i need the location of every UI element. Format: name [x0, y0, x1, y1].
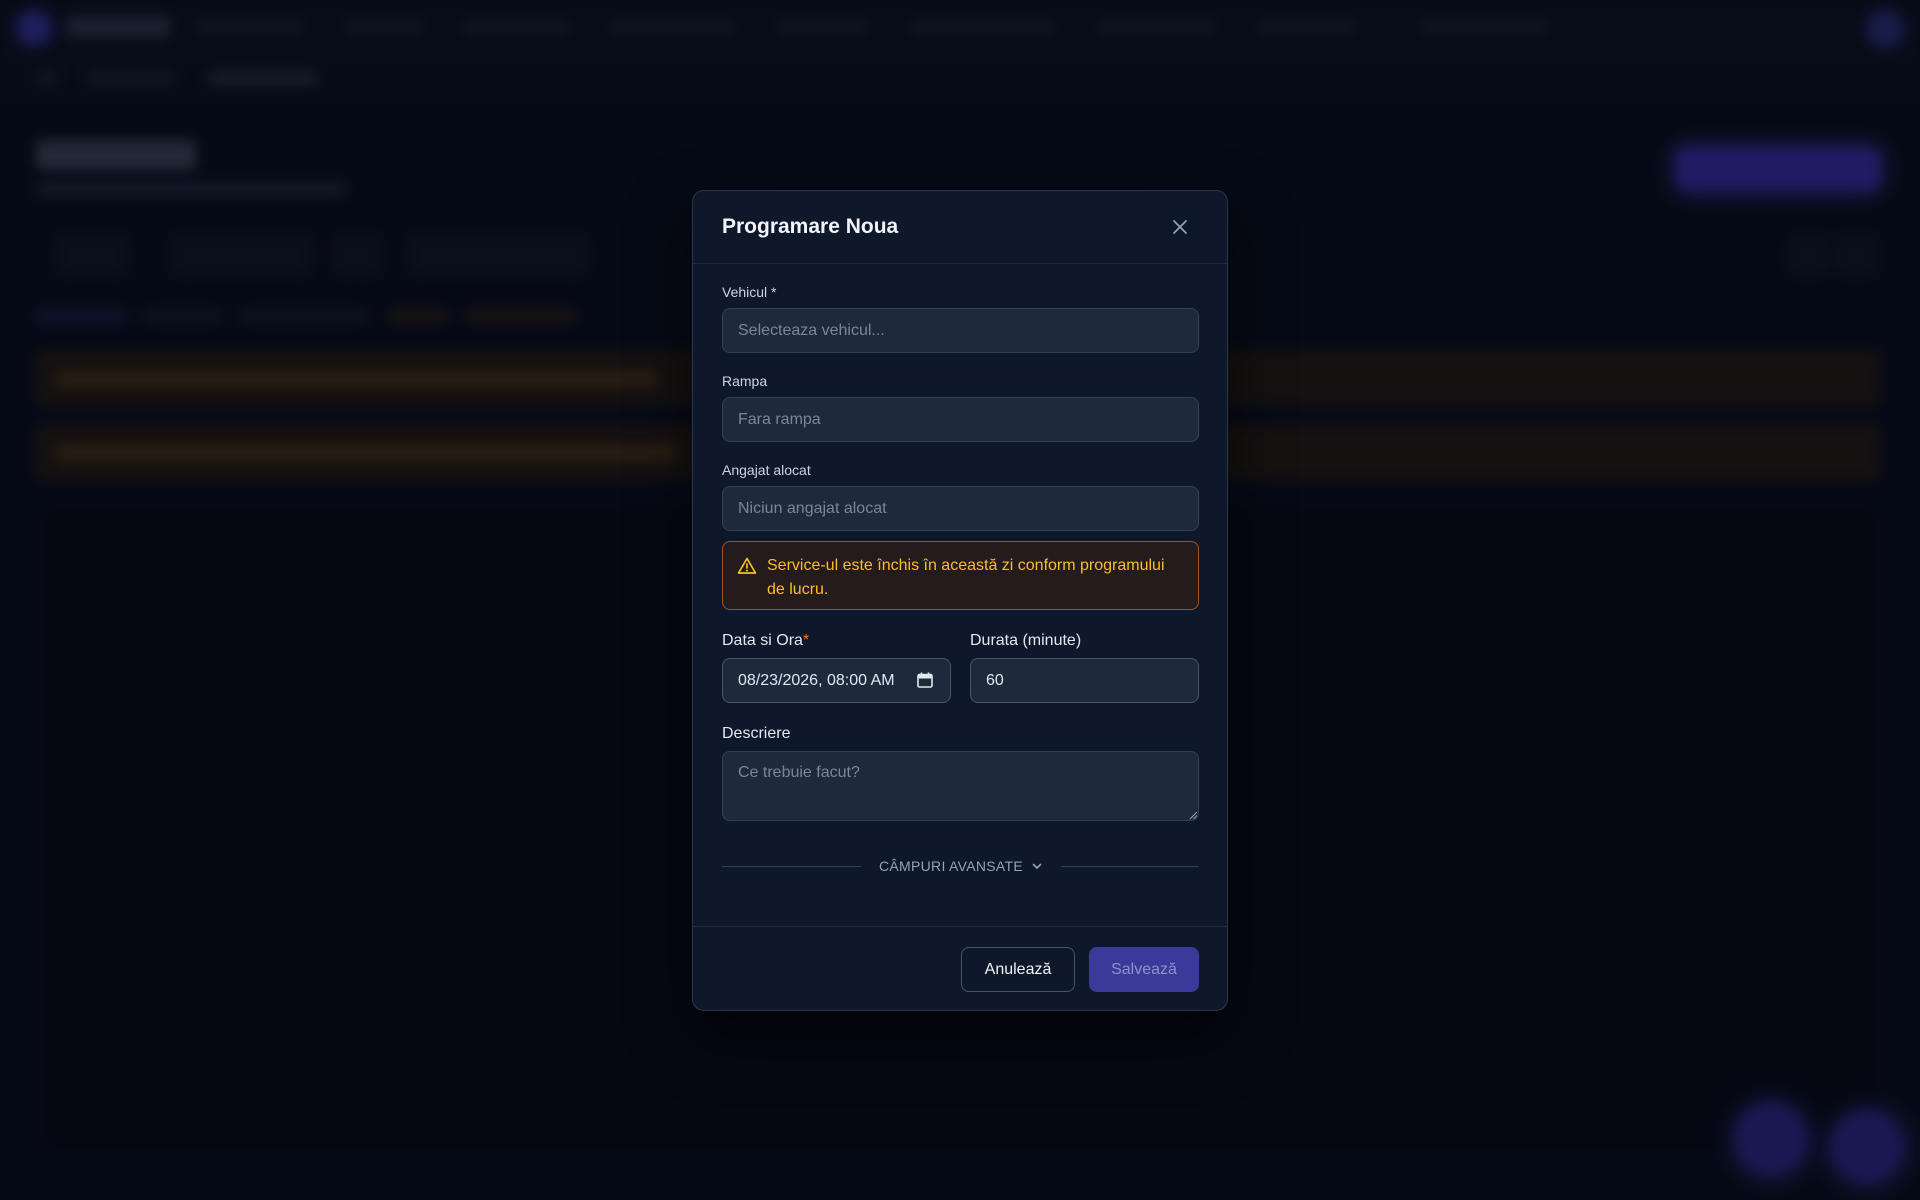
save-button[interactable]: Salvează — [1089, 947, 1199, 992]
ramp-label: Rampa — [722, 373, 768, 389]
description-label: Descriere — [722, 725, 791, 742]
datetime-input[interactable]: 08/23/2026, 08:00 AM — [722, 658, 951, 703]
datetime-value: 08/23/2026, 08:00 AM — [738, 672, 895, 689]
close-icon — [1173, 220, 1187, 234]
datetime-label: Data si Ora* — [722, 632, 809, 650]
vehicle-select[interactable] — [722, 308, 1199, 353]
calendar-icon[interactable] — [916, 671, 934, 689]
divider — [1061, 866, 1199, 867]
advanced-fields-toggle[interactable]: CÂMPURI AVANSATE — [868, 855, 1054, 877]
close-button[interactable] — [1169, 216, 1191, 238]
new-appointment-modal: Programare Noua Vehicul * Rampa Angajat … — [692, 190, 1228, 1011]
divider — [722, 866, 861, 867]
modal-footer: Anulează Salvează — [693, 926, 1227, 1012]
datetime-label-text: Data si Ora — [722, 632, 803, 649]
warning-triangle-icon — [737, 557, 757, 574]
description-textarea[interactable] — [722, 751, 1199, 821]
alert-text: Service-ul este închis în această zi con… — [767, 557, 1165, 598]
closed-day-alert: Service-ul este închis în această zi con… — [722, 541, 1199, 610]
duration-label: Durata (minute) — [970, 632, 1082, 649]
employee-label: Angajat alocat — [722, 462, 811, 478]
duration-input[interactable] — [970, 658, 1199, 703]
employee-select[interactable] — [722, 486, 1199, 531]
advanced-fields-label: CÂMPURI AVANSATE — [878, 858, 1024, 874]
modal-header: Programare Noua — [693, 191, 1227, 264]
modal-title: Programare Noua — [722, 215, 899, 238]
resize-handle-icon[interactable] — [1189, 811, 1197, 819]
vehicle-label: Vehicul * — [722, 284, 777, 300]
required-mark: * — [802, 632, 810, 649]
chevron-down-icon — [1032, 863, 1042, 869]
ramp-select[interactable] — [722, 397, 1199, 442]
cancel-button[interactable]: Anulează — [961, 947, 1075, 992]
